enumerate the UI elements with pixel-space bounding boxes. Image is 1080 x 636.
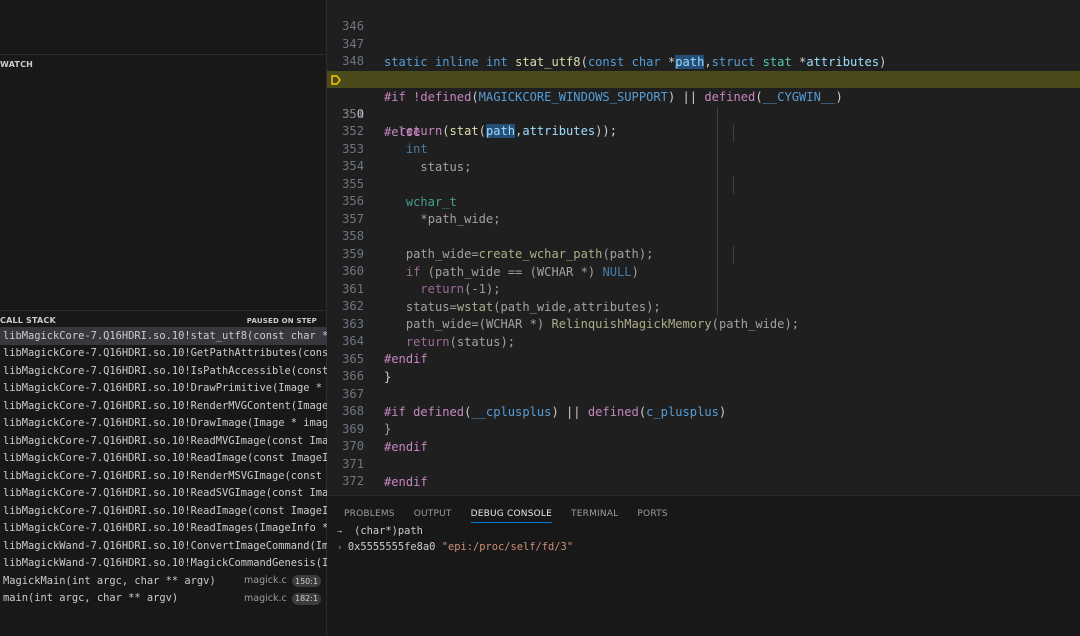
callstack-title: CALL STACK [0,316,56,325]
tab-terminal[interactable]: TERMINAL [571,505,618,523]
stack-frame[interactable]: libMagickCore-7.Q16HDRI.so.10!ReadImages… [0,520,327,538]
callstack-status: PAUSED ON STEP [246,316,317,325]
stack-frame[interactable]: libMagickCore-7.Q16HDRI.so.10!GetPathAtt… [0,345,327,363]
code-line[interactable]: 346 [327,1,1080,33]
code-line[interactable]: 370 [327,421,1080,453]
code-line[interactable]: 357 [327,194,1080,226]
callstack-section-header[interactable]: CALL STACK PAUSED ON STEP [0,310,327,328]
code-line[interactable]: 354 [327,141,1080,173]
stack-frame[interactable]: libMagickCore-7.Q16HDRI.so.10!DrawPrimit… [0,380,327,398]
panel-tabs: PROBLEMS OUTPUT DEBUG CONSOLE TERMINAL P… [344,505,687,523]
frame-file: magick.c [244,592,287,604]
code-line[interactable]: 361 status=wstat(path_wide,attributes); [327,264,1080,313]
code-line[interactable]: 362 path_wide=(WCHAR *) RelinquishMagick… [327,281,1080,330]
tab-output[interactable]: OUTPUT [414,505,452,523]
code-line[interactable]: 347 static inline int stat_utf8(const ch… [327,19,1080,69]
code-line[interactable]: 358 path_wide=create_wchar_path(path); [327,211,1080,260]
tab-debug-console[interactable]: DEBUG CONSOLE [470,505,553,523]
frame-file: magick.c [244,575,287,587]
stack-frame[interactable]: libMagickCore-7.Q16HDRI.so.10!ReadImage(… [0,450,327,468]
input-arrow-icon: → [337,527,348,537]
bottom-panel: PROBLEMS OUTPUT DEBUG CONSOLE TERMINAL P… [327,495,1080,636]
stack-frame[interactable]: libMagickCore-7.Q16HDRI.so.10!ReadSVGIma… [0,485,327,503]
stack-frame[interactable]: main(int argc, char ** argv) magick.c 18… [0,590,327,608]
chevron-right-icon[interactable]: › [337,543,348,553]
code-line[interactable]: 349 #if !defined(MAGICKCORE_WINDOWS_SUPP… [327,54,1080,103]
code-line[interactable]: 369 #endif [327,404,1080,453]
tab-problems[interactable]: PROBLEMS [344,505,395,523]
code-line[interactable]: 360 return(-1); [327,246,1080,295]
stack-frame[interactable]: libMagickCore-7.Q16HDRI.so.10!stat_utf8(… [0,327,327,345]
stack-frame[interactable]: libMagickCore-7.Q16HDRI.so.10!RenderMVGC… [0,397,327,415]
stack-frame[interactable]: libMagickCore-7.Q16HDRI.so.10!ReadImage(… [0,502,327,520]
code-line[interactable]: 368 } [327,386,1080,435]
debug-sidebar: WATCH CALL STACK PAUSED ON STEP libMagic… [0,0,327,636]
stack-frame[interactable]: MagickMain(int argc, char ** argv) magic… [0,572,327,590]
stack-frame[interactable]: libMagickCore-7.Q16HDRI.so.10!RenderMSVG… [0,467,327,485]
code-line[interactable]: 348 { [327,36,1080,85]
code-line[interactable]: 355 wchar_t [327,159,1080,208]
tab-ports[interactable]: PORTS [637,505,667,523]
code-line[interactable]: 363 return(status); [327,299,1080,348]
stack-frame[interactable]: libMagickCore-7.Q16HDRI.so.10!DrawImage(… [0,415,327,433]
code-line[interactable]: 364 #endif [327,316,1080,365]
code-line[interactable]: 367 #if defined(__cplusplus) || defined(… [327,369,1080,418]
stack-frame[interactable]: libMagickCore-7.Q16HDRI.so.10!IsPathAcce… [0,362,327,380]
code-line[interactable]: 372 [327,456,1080,488]
console-output-line[interactable]: › 0x5555555fe8a0 "epi:/proc/self/fd/3" [337,541,573,553]
code-line[interactable]: 352 int [327,106,1080,155]
code-line[interactable]: 353 status; [327,124,1080,173]
code-line[interactable]: 356 *path_wide; [327,176,1080,225]
frame-line-badge: 150:1 [292,575,322,587]
stack-frame[interactable]: libMagickCore-7.Q16HDRI.so.10!ReadMVGIma… [0,432,327,450]
debug-pointer-icon [331,75,341,85]
code-line[interactable]: 359 if (path_wide == (WCHAR *) NULL) [327,229,1080,278]
console-input-line: → (char*)path [337,525,423,537]
current-code-line[interactable]: 350 return(stat(path,attributes)); [327,71,1080,139]
code-line[interactable]: 371 #endif [327,439,1080,488]
code-editor[interactable]: 346 347 static inline int stat_utf8(cons… [327,0,1080,495]
frame-line-badge: 182:1 [292,592,322,605]
watch-section-header[interactable]: WATCH [0,54,327,72]
watch-title: WATCH [0,60,34,69]
stack-frame[interactable]: libMagickWand-7.Q16HDRI.so.10!MagickComm… [0,555,327,573]
code-line[interactable]: 366 [327,351,1080,383]
stack-frame[interactable]: libMagickWand-7.Q16HDRI.so.10!ConvertIma… [0,537,327,555]
code-line[interactable]: 365 } [327,334,1080,383]
code-line[interactable]: 351 #else [327,89,1080,138]
callstack-list: libMagickCore-7.Q16HDRI.so.10!stat_utf8(… [0,327,327,607]
